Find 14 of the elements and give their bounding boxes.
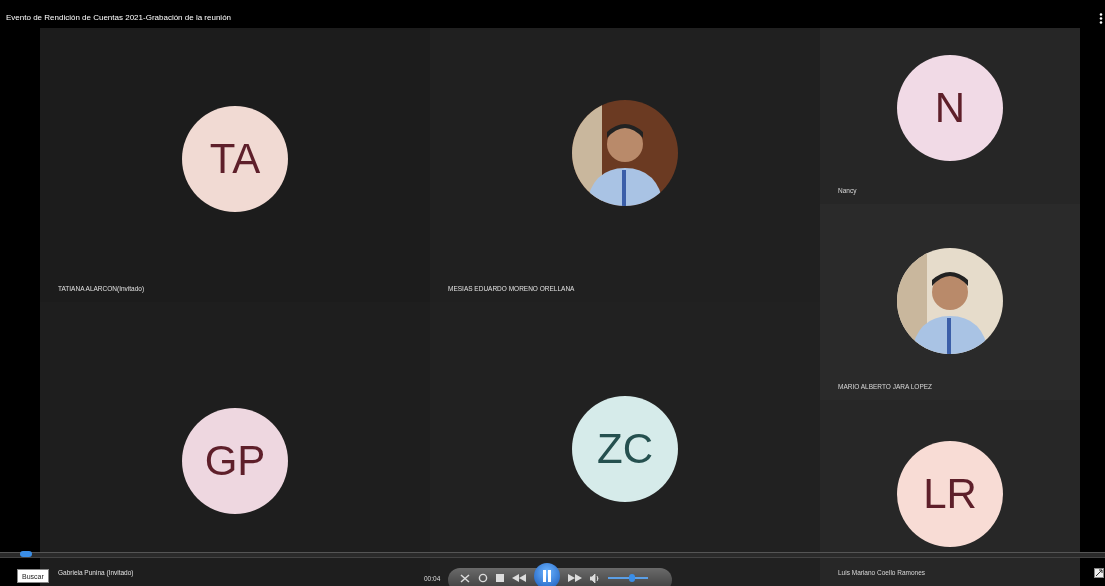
more-icon[interactable] [1099,13,1103,24]
window-title: Evento de Rendición de Cuentas 2021-Grabación de la reunión [6,13,232,22]
avatar: GP [182,408,288,514]
fullscreen-icon[interactable] [1094,568,1104,578]
pause-icon [542,570,552,582]
avatar: ZC [572,396,678,502]
volume-icon[interactable] [590,573,600,583]
avatar: N [897,55,1003,161]
avatar: TA [182,106,288,212]
pause-button[interactable] [534,563,560,586]
fast-forward-icon[interactable] [568,574,582,582]
seek-thumb[interactable] [20,551,33,557]
avatar: LR [897,441,1003,547]
rewind-icon[interactable] [512,574,526,582]
